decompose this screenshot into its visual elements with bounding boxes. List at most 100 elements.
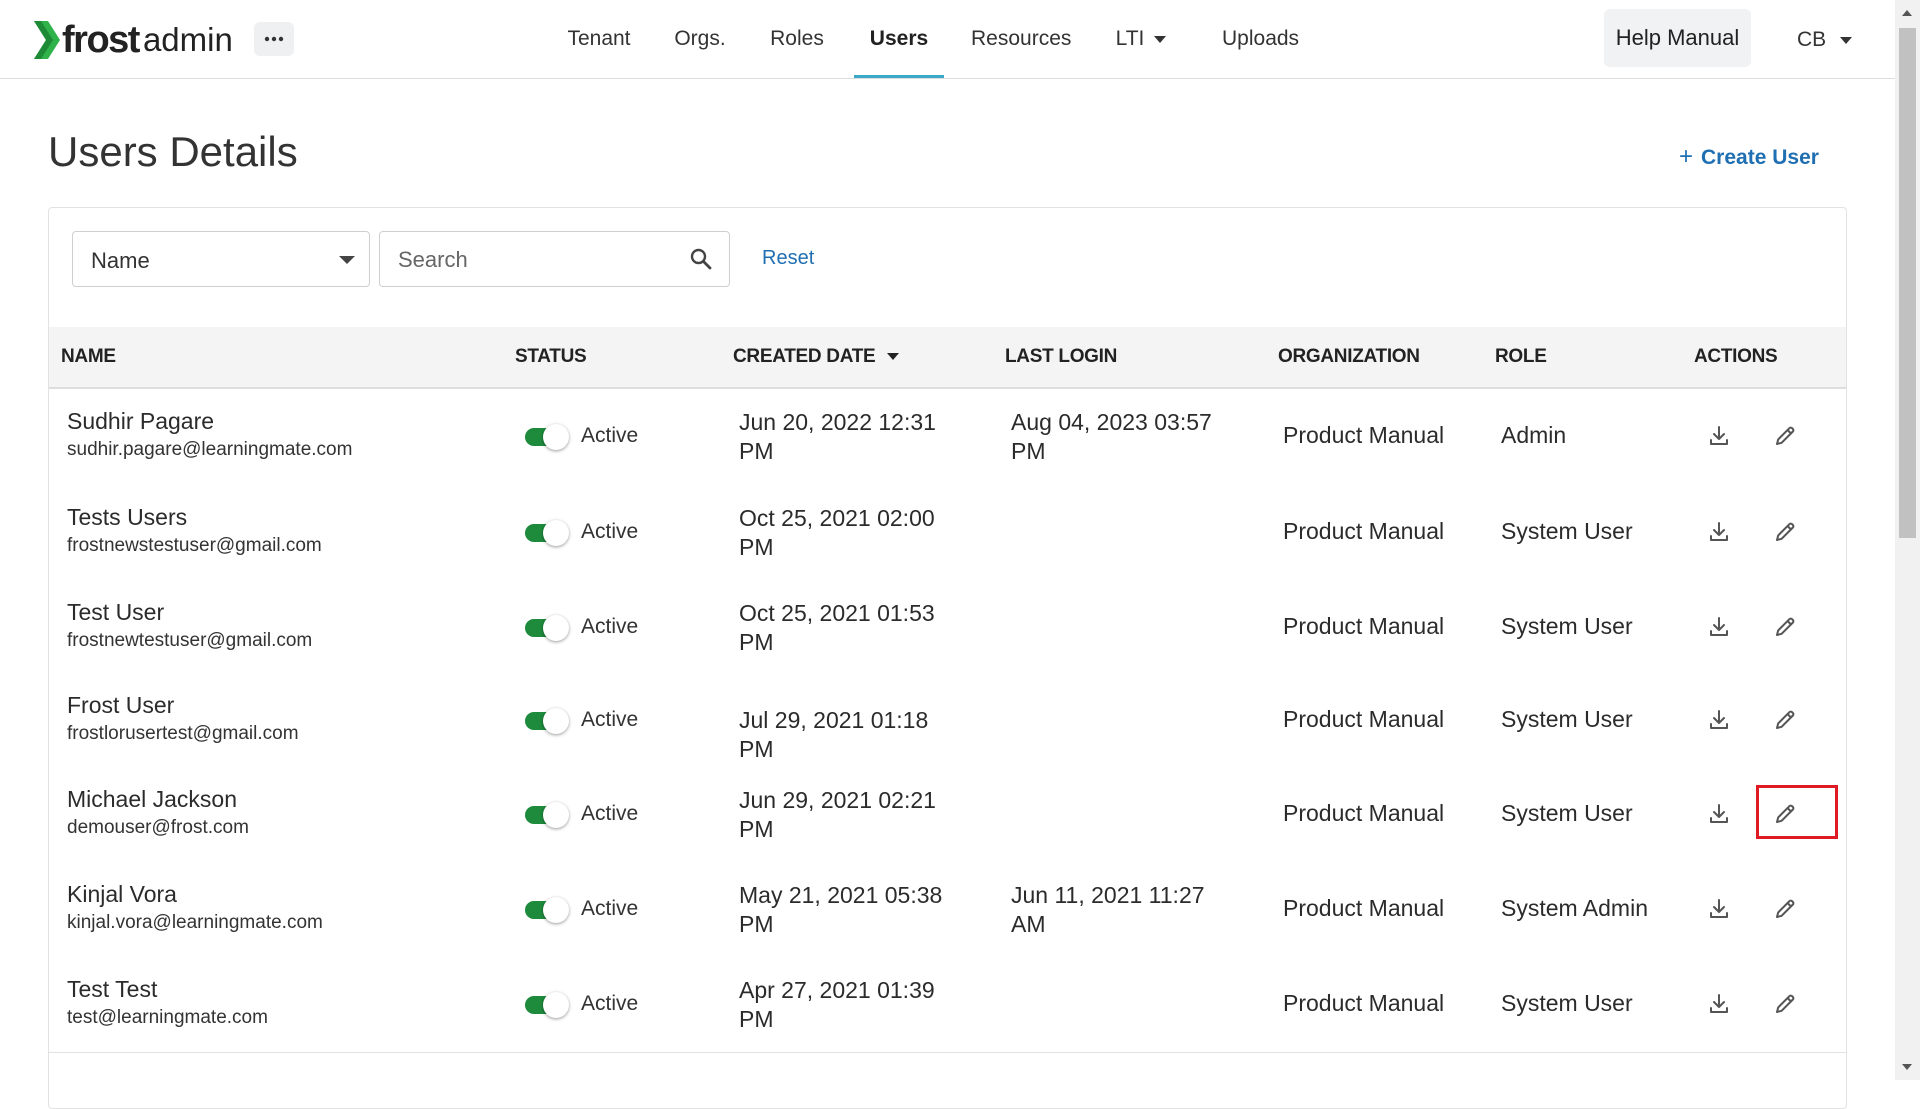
nav-tenant-label: Tenant — [567, 27, 631, 50]
toggle-knob — [543, 424, 569, 450]
col-status: STATUS — [515, 346, 587, 367]
status-label: Active — [581, 614, 639, 638]
download-icon[interactable] — [1707, 615, 1731, 639]
edit-pencil-icon[interactable] — [1773, 615, 1797, 639]
status-label: Active — [581, 424, 639, 447]
table-row: Tests Users frostnewstestuser@gmail.com Ac… — [49, 485, 1846, 581]
role: System Admin — [1501, 894, 1648, 921]
last-login: Aug 04, 2023 03:57 PM — [1011, 408, 1241, 466]
status-toggle[interactable] — [525, 614, 569, 641]
nav-uploads[interactable]: Uploads — [1222, 0, 1300, 78]
more-icon — [264, 36, 284, 42]
created-date-line1: Oct 25, 2021 02:00 — [739, 504, 935, 531]
created-date-line1: Jul 29, 2021 01:18 PM — [739, 707, 929, 762]
user-email: frostlorusertest@gmail.com — [67, 723, 299, 744]
chevron-down-icon — [1840, 36, 1853, 44]
scroll-down-arrow-icon[interactable] — [1902, 1064, 1912, 1070]
created-date-line1: Jun 20, 2022 12:31 — [739, 409, 936, 435]
organization: Product Manual — [1283, 989, 1445, 1016]
scroll-up-arrow-icon[interactable] — [1902, 10, 1912, 16]
created-date: Jun 29, 2021 02:21 PM — [739, 786, 969, 844]
edit-pencil-icon[interactable] — [1773, 992, 1797, 1016]
search-box[interactable] — [379, 231, 730, 287]
download-icon[interactable] — [1707, 802, 1731, 826]
toggle-knob — [543, 519, 569, 546]
nav-users-label: Users — [869, 27, 929, 50]
frost-admin-logo[interactable]: frost admin — [34, 19, 233, 61]
table-row: Michael Jackson demouser@frost.com Active J… — [49, 767, 1846, 863]
col-actions: ACTIONS — [1694, 346, 1778, 367]
status-toggle[interactable] — [525, 519, 569, 546]
edit-pencil-icon[interactable] — [1773, 897, 1797, 921]
download-icon[interactable] — [1707, 520, 1731, 544]
table-row: Test User frostnewtestuser@gmail.com Activ… — [49, 580, 1846, 676]
toggle-knob — [543, 708, 569, 734]
toggle-knob — [543, 991, 569, 1018]
download-icon[interactable] — [1707, 897, 1731, 921]
col-last-login: LAST LOGIN — [1005, 346, 1118, 367]
edit-pencil-icon[interactable] — [1773, 424, 1797, 448]
status-label: Active — [581, 519, 639, 543]
table-row: Sudhir Pagare sudhir.pagare@learningmate.… — [49, 389, 1846, 486]
col-name: NAME — [61, 346, 116, 367]
reset-link[interactable]: Reset — [762, 247, 814, 270]
page-title: Users Details — [48, 128, 298, 175]
status-toggle[interactable] — [525, 801, 569, 828]
organization: Product Manual — [1283, 517, 1445, 544]
last-login-line2: AM — [1011, 910, 1046, 937]
more-menu-button[interactable] — [254, 22, 294, 56]
create-user-button[interactable]: + Create User — [1679, 143, 1819, 171]
toggle-knob — [543, 614, 569, 641]
created-date: Apr 27, 2021 01:39 PM — [739, 976, 969, 1034]
filter-field-select[interactable]: Name — [72, 231, 370, 287]
user-email: test@learningmate.com — [67, 1006, 268, 1028]
user-name: Sudhir Pagare — [67, 408, 215, 434]
nav-resources[interactable]: Resources — [971, 0, 1071, 78]
search-icon[interactable] — [689, 247, 713, 271]
created-date-line1: Jun 29, 2021 02:21 — [739, 786, 936, 813]
top-navbar: frost admin Tenant Orgs. Roles Users Res… — [0, 0, 1895, 79]
download-icon[interactable] — [1707, 424, 1731, 448]
edit-pencil-icon[interactable] — [1773, 520, 1797, 544]
created-date-line2: PM — [739, 1005, 774, 1032]
edit-pencil-icon[interactable] — [1773, 708, 1797, 732]
nav-orgs-label: Orgs. — [674, 27, 726, 50]
nav-orgs[interactable]: Orgs. — [672, 0, 728, 78]
user-name: Test Test — [67, 975, 158, 1002]
status-toggle[interactable] — [525, 896, 569, 923]
nav-lti[interactable]: LTI — [1111, 0, 1171, 78]
user-name: Kinjal Vora — [67, 880, 177, 907]
nav-users[interactable]: Users — [854, 0, 944, 78]
download-icon[interactable] — [1707, 708, 1731, 732]
toggle-knob — [543, 896, 569, 923]
table-row: Test Test test@learningmate.com Active Apr … — [49, 957, 1846, 1053]
nav-roles[interactable]: Roles — [770, 0, 824, 78]
status-toggle[interactable] — [525, 708, 569, 734]
created-date-line1: Apr 27, 2021 01:39 — [739, 976, 935, 1003]
role: System User — [1501, 517, 1633, 544]
status-toggle[interactable] — [525, 991, 569, 1018]
scrollbar-thumb[interactable] — [1899, 28, 1916, 538]
search-input[interactable] — [396, 242, 680, 278]
col-created-date[interactable]: CREATED DATE — [733, 327, 900, 387]
help-manual-button[interactable]: Help Manual — [1604, 9, 1751, 67]
user-email: kinjal.vora@learningmate.com — [67, 911, 323, 933]
created-date-line1: Oct 25, 2021 01:53 — [739, 599, 935, 626]
status-label: Active — [581, 708, 639, 731]
user-name: Tests Users — [67, 503, 188, 530]
user-menu[interactable]: CB — [1797, 0, 1853, 78]
table-header: NAME STATUS CREATED DATE LAST LOGIN ORGA… — [49, 327, 1846, 389]
user-name: Michael Jackson — [67, 785, 238, 812]
last-login-line1: Aug 04, 2023 03:57 — [1011, 409, 1212, 435]
status-label: Active — [581, 896, 639, 920]
col-organization: ORGANIZATION — [1278, 346, 1420, 367]
organization: Product Manual — [1283, 894, 1445, 921]
chevron-down-icon — [1154, 35, 1167, 43]
status-label: Active — [581, 801, 639, 825]
download-icon[interactable] — [1707, 992, 1731, 1016]
status-label: Active — [581, 991, 639, 1015]
user-email: demouser@frost.com — [67, 816, 249, 838]
nav-tenant[interactable]: Tenant — [564, 0, 634, 78]
status-toggle[interactable] — [525, 424, 569, 450]
nav-uploads-label: Uploads — [1222, 27, 1300, 50]
